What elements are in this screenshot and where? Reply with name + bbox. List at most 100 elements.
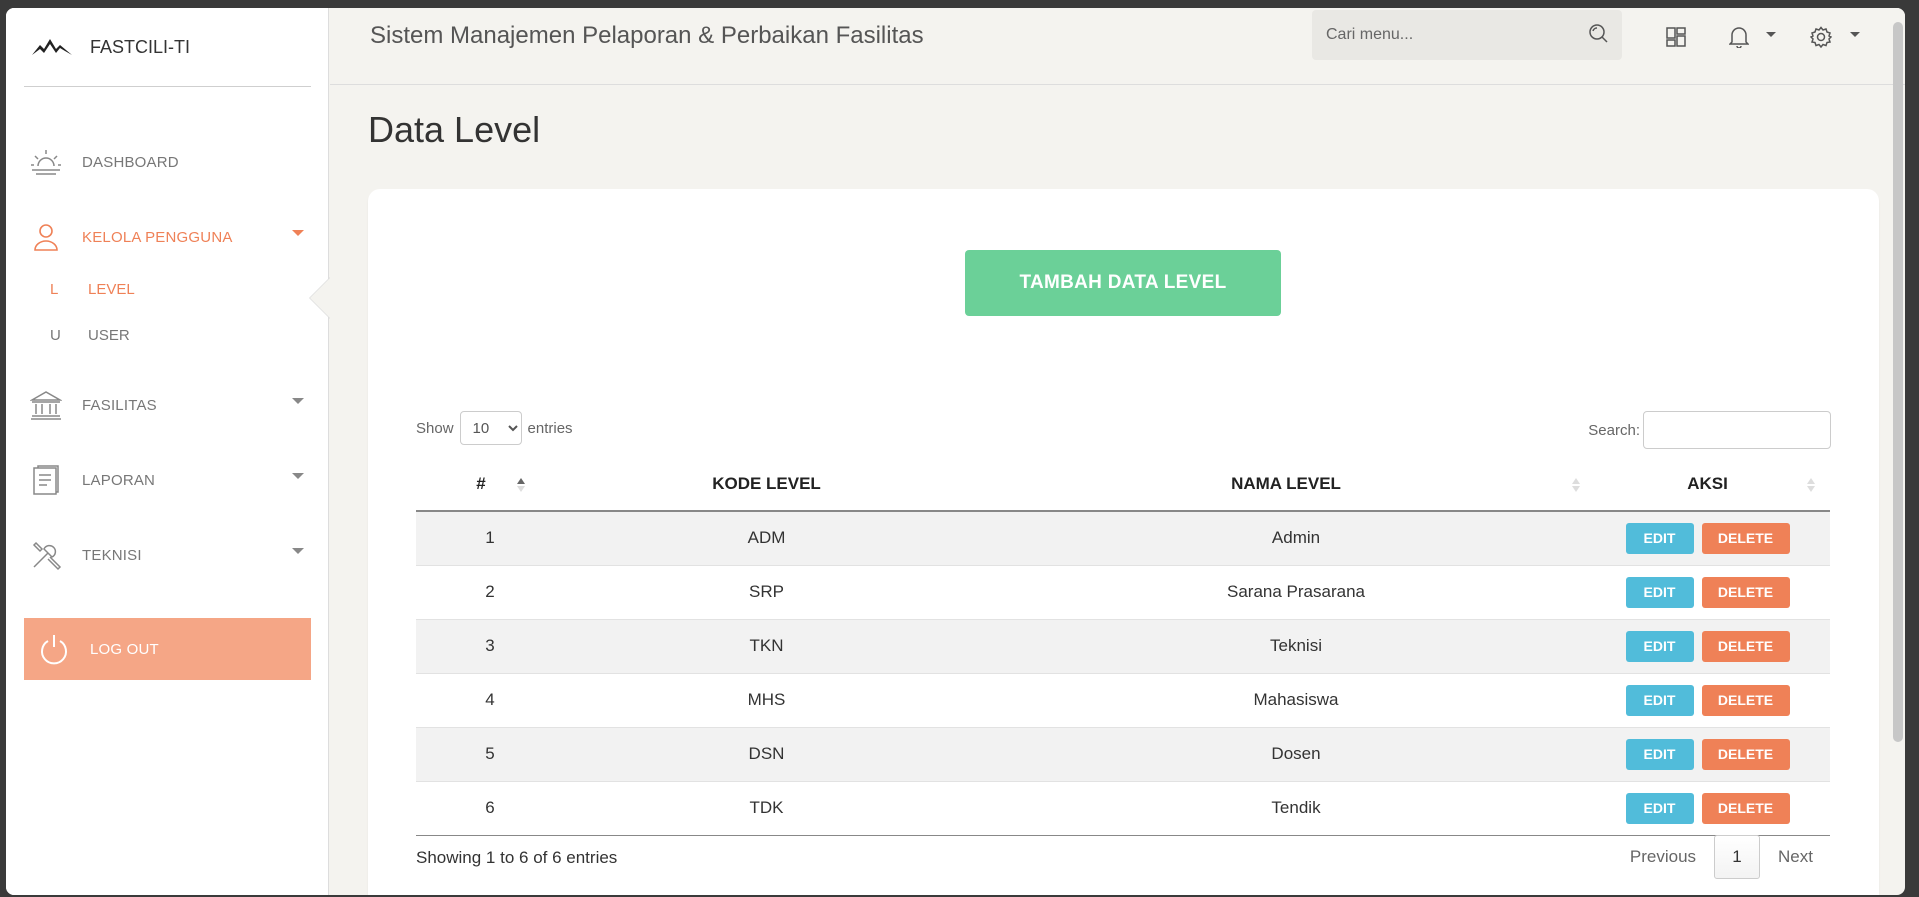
sidebar-item-fasilitas[interactable]: FASILITAS [30,382,310,428]
entries-label: entries [527,419,573,437]
cell-no: 6 [416,781,546,836]
sidebar-item-label: DASHBOARD [82,153,179,171]
sort-both-icon [1572,478,1580,492]
sunrise-icon [30,146,62,178]
page-title: Data Level [368,109,541,150]
cell-kode: DSN [546,727,987,782]
delete-button[interactable]: DELETE [1701,576,1790,608]
column-header-kode-level[interactable]: KODE LEVEL [546,458,987,512]
column-header-label: NAMA LEVEL [1231,474,1341,493]
chevron-down-icon [292,398,304,404]
sidebar-item-dashboard[interactable]: DASHBOARD [30,139,310,185]
entries-select[interactable]: 10 [459,411,522,445]
sidebar-subitem-user[interactable]: U USER [50,320,130,350]
cell-aksi: EDIT DELETE [1585,727,1830,782]
brand[interactable]: FASTCILI-TI [24,8,311,87]
delete-button[interactable]: DELETE [1701,738,1790,770]
top-navbar: Sistem Manajemen Pelaporan & Perbaikan F… [330,8,1905,85]
edit-button[interactable]: EDIT [1625,576,1694,608]
column-header-aksi[interactable]: AKSI [1585,458,1830,512]
sidebar: FASTCILI-TI DASHBOARD KELOLA PENGGUNA L … [6,8,329,895]
sidebar-item-teknisi[interactable]: TEKNISI [30,532,310,578]
cell-aksi: EDIT DELETE [1585,619,1830,674]
bank-icon [30,389,62,421]
delete-button[interactable]: DELETE [1701,630,1790,662]
search-input[interactable] [1326,26,1588,44]
cell-no: 3 [416,619,546,674]
table-header-row: # KODE LEVEL NAMA LEVEL AKSI [416,458,1830,512]
cell-no: 1 [416,511,546,566]
gear-icon[interactable] [1808,24,1834,50]
add-level-button[interactable]: TAMBAH DATA LEVEL [965,250,1281,316]
search-label: Search: [1588,421,1640,439]
cell-aksi: EDIT DELETE [1585,781,1830,836]
cell-nama: Tendik [987,781,1585,836]
table-row: 6 TDK Tendik EDIT DELETE [416,781,1830,836]
chevron-down-icon[interactable] [1850,32,1860,37]
sort-both-icon [1807,478,1815,492]
cell-kode: TKN [546,619,987,674]
table-row: 2 SRP Sarana Prasarana EDIT DELETE [416,565,1830,620]
bell-icon[interactable] [1726,24,1752,50]
sidebar-item-label: TEKNISI [82,546,142,564]
edit-button[interactable]: EDIT [1625,630,1694,662]
logout-button[interactable]: LOG OUT [24,618,311,680]
table-row: 4 MHS Mahasiswa EDIT DELETE [416,673,1830,728]
cell-no: 5 [416,727,546,782]
chevron-down-icon [292,230,304,236]
next-page-button[interactable]: Next [1760,847,1831,867]
cell-aksi: EDIT DELETE [1585,565,1830,620]
column-header-no[interactable]: # [416,458,546,512]
sidebar-item-laporan[interactable]: LAPORAN [30,457,310,503]
document-icon [30,464,62,496]
edit-button[interactable]: EDIT [1625,522,1694,554]
brand-name: FASTCILI-TI [90,36,191,57]
sidebar-subitem-label: USER [88,326,130,344]
search-icon[interactable] [1588,23,1608,48]
page-1-button[interactable]: 1 [1714,835,1761,879]
column-header-label: # [476,474,486,493]
sidebar-subitem-mini: L [50,280,59,298]
pagination: Previous 1 Next [1612,835,1831,879]
scrollbar[interactable] [1893,22,1903,742]
table-info: Showing 1 to 6 of 6 entries [416,848,618,867]
entries-length-control: Show 10 entries [416,411,573,445]
edit-button[interactable]: EDIT [1625,792,1694,824]
chevron-down-icon[interactable] [1766,32,1776,37]
column-header-nama-level[interactable]: NAMA LEVEL [987,458,1585,512]
table-row: 1 ADM Admin EDIT DELETE [416,511,1830,566]
menu-search [1312,10,1622,60]
logout-label: LOG OUT [90,640,159,658]
table-row: 5 DSN Dosen EDIT DELETE [416,727,1830,782]
table-search-input[interactable] [1643,411,1831,449]
cell-no: 2 [416,565,546,620]
delete-button[interactable]: DELETE [1701,792,1790,824]
dashboard-grid-icon[interactable] [1663,24,1689,50]
chevron-down-icon [292,473,304,479]
sidebar-item-kelola-pengguna[interactable]: KELOLA PENGGUNA [30,214,310,260]
sidebar-item-label: KELOLA PENGGUNA [82,228,233,246]
delete-button[interactable]: DELETE [1701,522,1790,554]
table-search: Search: [1588,411,1831,449]
edit-button[interactable]: EDIT [1625,684,1694,716]
cell-kode: TDK [546,781,987,836]
table-row: 3 TKN Teknisi EDIT DELETE [416,619,1830,674]
cell-kode: ADM [546,511,987,566]
cell-nama: Admin [987,511,1585,566]
sidebar-subitem-level[interactable]: L LEVEL [50,274,135,304]
previous-page-button[interactable]: Previous [1612,847,1714,867]
app-title: Sistem Manajemen Pelaporan & Perbaikan F… [370,22,924,49]
sort-asc-icon [517,478,525,492]
delete-button[interactable]: DELETE [1701,684,1790,716]
show-label: Show [416,419,454,437]
sidebar-subitem-label: LEVEL [88,280,135,298]
cell-aksi: EDIT DELETE [1585,673,1830,728]
edit-button[interactable]: EDIT [1625,738,1694,770]
column-header-label: KODE LEVEL [712,474,821,493]
content-card: TAMBAH DATA LEVEL Show 10 entries Search… [368,189,1879,895]
cell-kode: MHS [546,673,987,728]
tools-icon [30,539,62,571]
sidebar-subitem-mini: U [50,326,61,344]
cell-nama: Teknisi [987,619,1585,674]
active-pointer [310,278,330,318]
